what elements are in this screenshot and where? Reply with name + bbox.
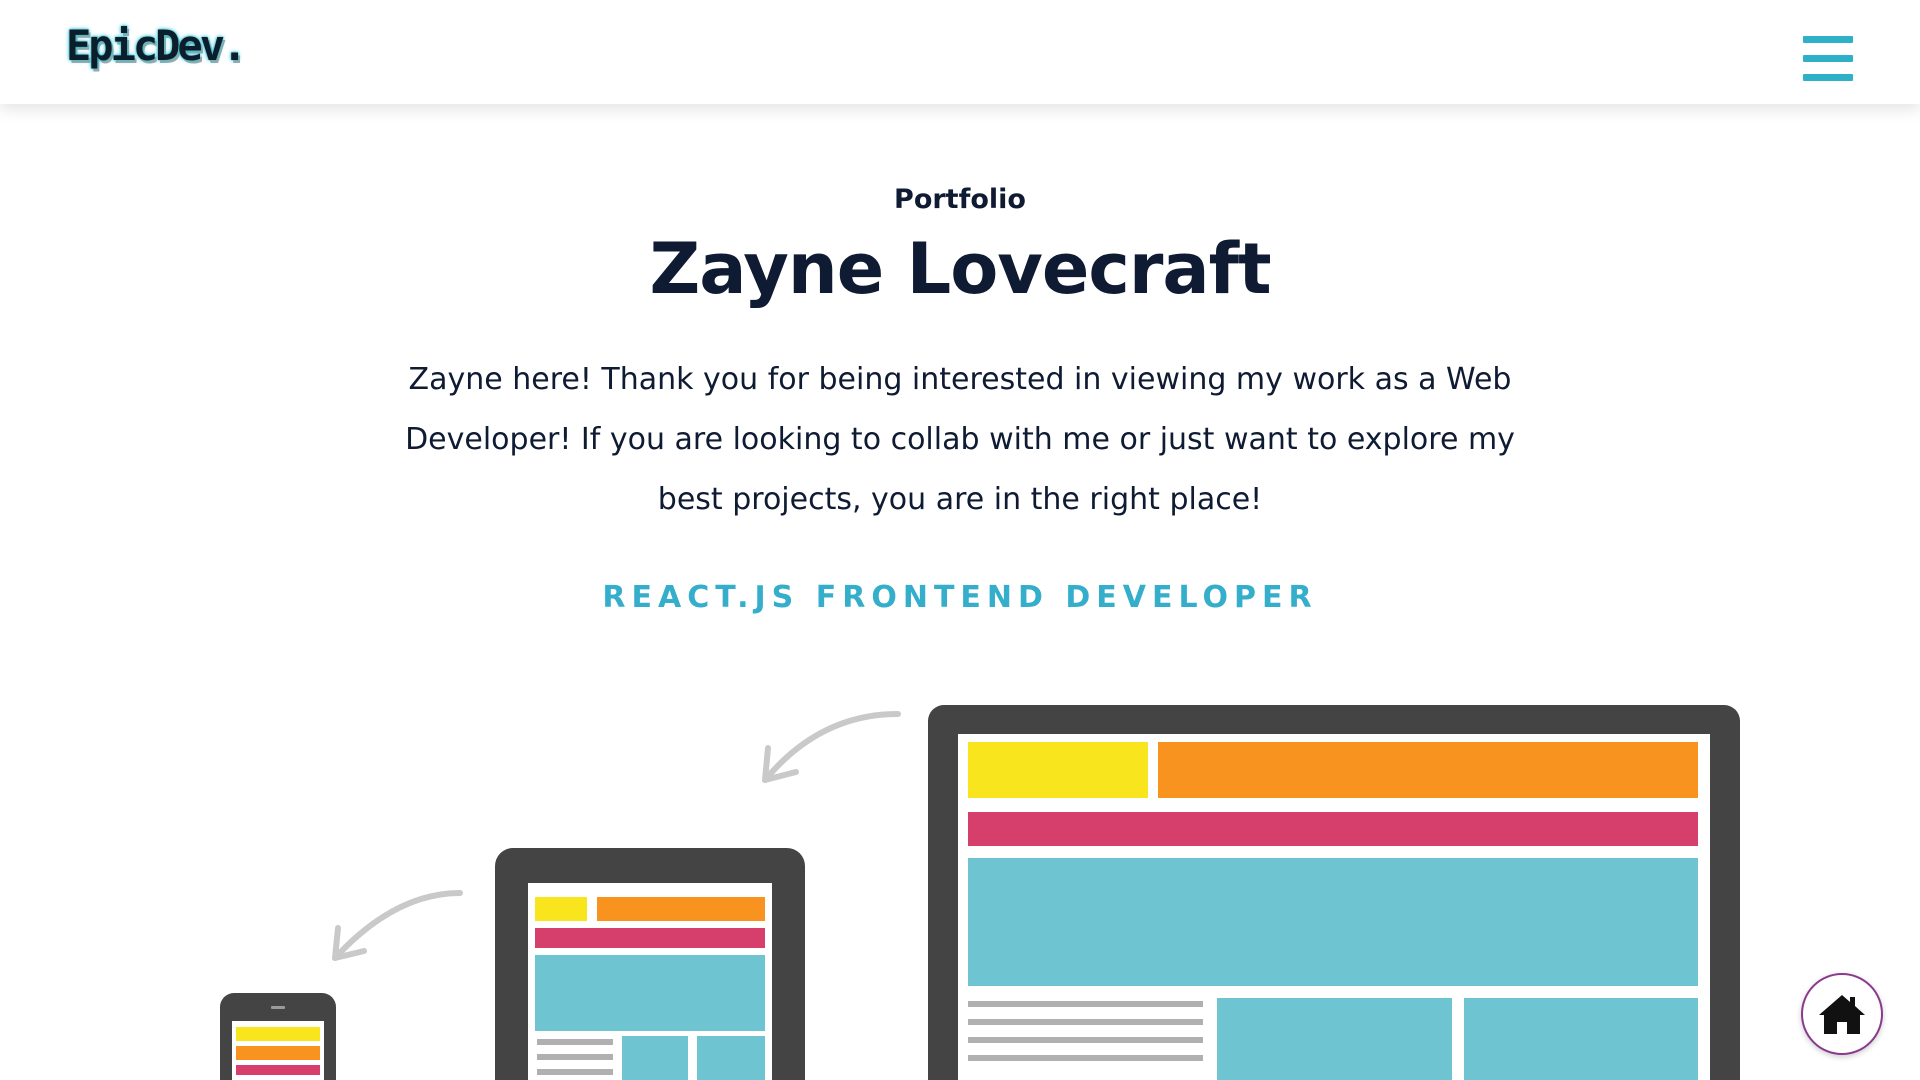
hamburger-bar <box>1803 36 1853 43</box>
home-button[interactable] <box>1801 973 1883 1055</box>
hamburger-menu-icon[interactable] <box>1803 36 1853 82</box>
tablet-graphic <box>495 848 805 1080</box>
page-title: Zayne Lovecraft <box>649 228 1271 310</box>
hamburger-bar <box>1803 55 1853 62</box>
desktop-monitor-graphic <box>928 705 1740 1080</box>
responsive-devices-illustration <box>220 705 1740 1080</box>
site-logo[interactable]: EpicDev. <box>66 18 247 74</box>
section-eyebrow: Portfolio <box>894 184 1026 215</box>
arrow-icon <box>332 890 463 961</box>
phone-graphic <box>220 993 336 1080</box>
intro-paragraph: Zayne here! Thank you for being interest… <box>405 362 1515 517</box>
arrow-icon <box>762 711 901 783</box>
home-icon <box>1819 995 1865 1034</box>
hamburger-bar <box>1803 74 1853 81</box>
role-subtitle: REACT.JS FRONTEND DEVELOPER <box>602 580 1318 615</box>
top-navbar: EpicDev. <box>0 0 1920 104</box>
